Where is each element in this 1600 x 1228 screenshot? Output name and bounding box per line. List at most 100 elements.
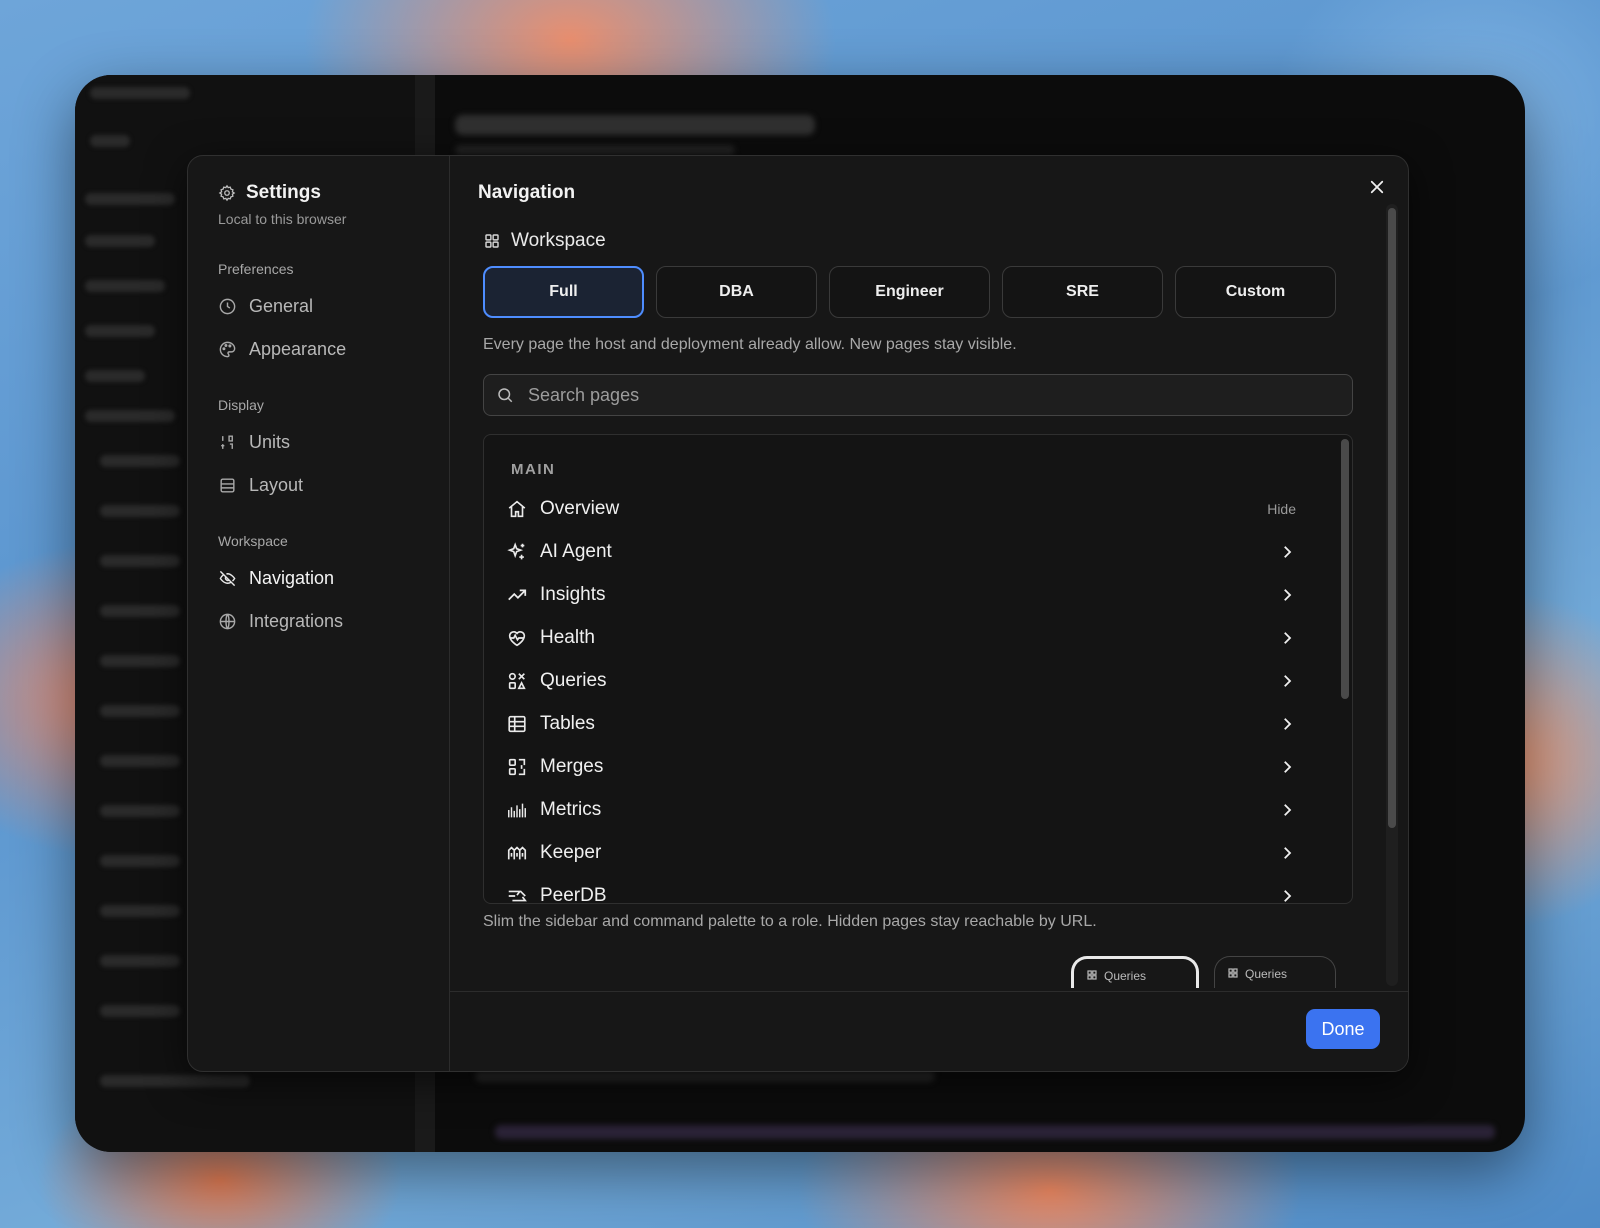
background-blur (100, 705, 180, 717)
background-blur (100, 805, 180, 817)
sidebar-item-units[interactable]: Units (218, 432, 290, 453)
background-blur (90, 135, 130, 147)
chevron-right-icon (1284, 632, 1292, 644)
sidebar-item-label: Layout (249, 475, 304, 495)
list-item-merges[interactable]: Merges (506, 747, 1296, 787)
background-blur (100, 955, 180, 967)
settings-title: Settings (246, 182, 321, 203)
list-item-peerdb[interactable]: PeerDB (506, 876, 1296, 904)
list-item-label: Tables (540, 713, 595, 734)
settings-header: Settings (218, 182, 321, 204)
sidebar-item-integrations[interactable]: Integrations (218, 611, 343, 632)
sidebar-item-appearance[interactable]: Appearance (218, 339, 346, 360)
background-blur (85, 235, 155, 247)
peerdb-icon (506, 885, 528, 903)
list-item-keeper[interactable]: Keeper (506, 833, 1296, 873)
heart-pulse-icon (506, 627, 528, 649)
list-item-insights[interactable]: Insights (506, 575, 1296, 615)
background-blur (100, 1005, 180, 1017)
keeper-icon (506, 842, 528, 864)
list-item-label: Overview (540, 498, 620, 519)
list-scrollbar[interactable] (1341, 439, 1349, 699)
preset-group: Full DBA Engineer SRE Custom (483, 266, 1336, 318)
list-item-label: Keeper (540, 842, 602, 863)
preview-chip-selected[interactable]: Queries (1071, 956, 1199, 988)
background-blur (90, 87, 190, 99)
group-label: MAIN (511, 461, 556, 478)
list-item-health[interactable]: Health (506, 618, 1296, 658)
list-item-overview[interactable]: Overview Hide (506, 489, 1296, 529)
background-blur (100, 855, 180, 867)
preset-engineer-button[interactable]: Engineer (829, 266, 990, 318)
done-button[interactable]: Done (1306, 1009, 1380, 1049)
sidebar-item-general[interactable]: General (218, 296, 313, 317)
preset-sre-button[interactable]: SRE (1002, 266, 1163, 318)
content-scrollbar[interactable] (1388, 208, 1396, 828)
list-item-ai-agent[interactable]: AI Agent (506, 532, 1296, 572)
workspace-heading-label: Workspace (511, 230, 606, 251)
sidebar-item-label: Appearance (249, 339, 347, 359)
background-blur (100, 505, 180, 517)
sidebar-item-label: Integrations (249, 611, 344, 631)
grid-icon (1087, 970, 1097, 980)
chevron-right-icon (1284, 890, 1292, 902)
eye-off-icon (219, 570, 236, 587)
list-item-tables[interactable]: Tables (506, 704, 1296, 744)
preset-dba-button[interactable]: DBA (656, 266, 817, 318)
list-item-label: PeerDB (540, 885, 607, 904)
background-blur (85, 370, 145, 382)
chip-label: Queries (1245, 967, 1288, 981)
chevron-right-icon (1284, 718, 1292, 730)
preview-chip[interactable]: Queries (1214, 956, 1336, 988)
background-blur (100, 1075, 250, 1087)
grid-icon (485, 234, 499, 248)
background-blur (85, 193, 175, 205)
list-item-label: AI Agent (540, 541, 612, 562)
preset-full-button[interactable]: Full (483, 266, 644, 318)
chevron-right-icon (1284, 761, 1292, 773)
table-icon (506, 713, 528, 735)
sidebar-item-label: Units (249, 432, 291, 452)
sidebar-item-label: General (249, 296, 314, 316)
chevron-right-icon (1284, 675, 1292, 687)
section-label-preferences: Preferences (218, 261, 294, 277)
list-item-label: Merges (540, 756, 604, 777)
chevron-right-icon (1284, 804, 1292, 816)
bars-icon (506, 799, 528, 821)
list-item-queries[interactable]: Queries (506, 661, 1296, 701)
page-list: MAIN Overview Hide AI Agent Insights Hea… (483, 434, 1353, 904)
role-description: Slim the sidebar and command palette to … (483, 913, 1097, 930)
home-icon (506, 498, 528, 520)
list-item-label: Metrics (540, 799, 602, 820)
gear-icon (218, 184, 236, 202)
background-title (455, 115, 815, 135)
list-item-metrics[interactable]: Metrics (506, 790, 1296, 830)
units-icon (221, 435, 233, 449)
preset-custom-button[interactable]: Custom (1175, 266, 1336, 318)
section-label-workspace: Workspace (218, 533, 288, 549)
merge-icon (506, 756, 528, 778)
sidebar-item-label: Navigation (249, 568, 335, 588)
list-item-label: Insights (540, 584, 606, 605)
search-input[interactable] (526, 383, 1310, 407)
list-item-label: Queries (540, 670, 607, 691)
background-blur (100, 655, 180, 667)
sparkles-icon (506, 541, 528, 563)
background-subtitle (455, 145, 735, 155)
background-blur (100, 905, 180, 917)
hide-button[interactable]: Hide (1267, 501, 1296, 517)
close-button[interactable] (1364, 174, 1390, 200)
clock-icon (219, 298, 236, 315)
search-box (483, 374, 1353, 416)
chevron-right-icon (1284, 589, 1292, 601)
background-blur (85, 280, 165, 292)
background-blur (100, 605, 180, 617)
page-title: Navigation (478, 182, 576, 203)
list-item-label: Health (540, 627, 595, 648)
workspace-heading: Workspace (483, 230, 606, 252)
queries-icon (506, 670, 528, 692)
background-blur (100, 555, 180, 567)
sidebar-item-navigation[interactable]: Navigation (218, 568, 334, 589)
grid-icon (1228, 968, 1238, 978)
sidebar-item-layout[interactable]: Layout (218, 475, 303, 496)
